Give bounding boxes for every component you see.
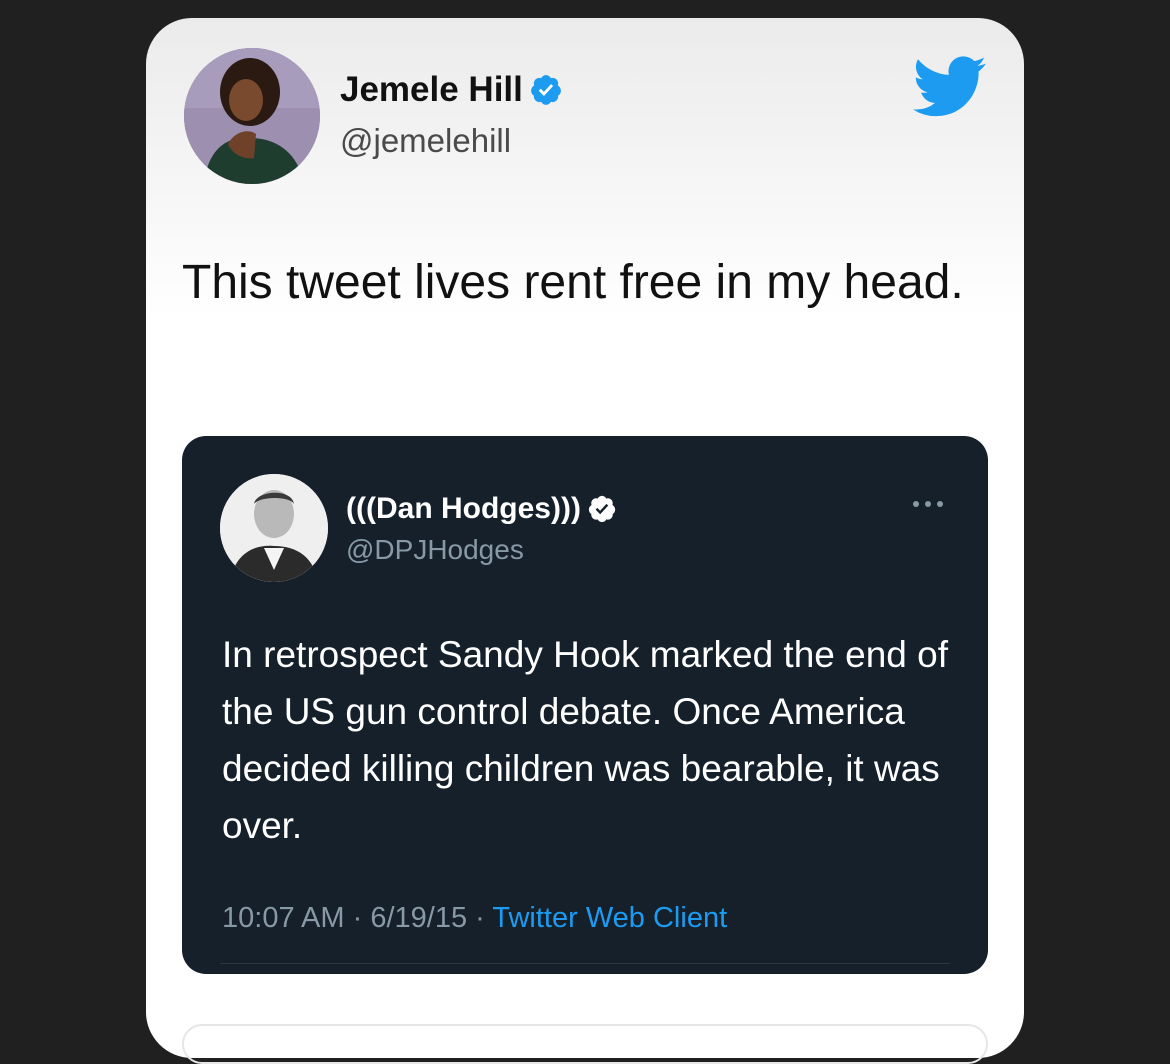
tweet-card: Jemele Hill @jemelehill This tweet lives… — [146, 18, 1024, 1064]
quoted-author-name[interactable]: (((Dan Hodges))) — [346, 492, 581, 526]
tweet-text: This tweet lives rent free in my head. — [182, 256, 964, 309]
author-avatar[interactable] — [184, 48, 320, 184]
author-avatar-photo — [184, 48, 320, 184]
quoted-tweet-text: In retrospect Sandy Hook marked the end … — [222, 634, 949, 846]
verified-badge-icon — [531, 75, 561, 105]
quoted-tweet-time[interactable]: 10:07 AM — [222, 902, 345, 934]
more-options-icon[interactable] — [908, 496, 948, 512]
meta-separator: · — [475, 902, 485, 934]
quoted-tweet[interactable]: (((Dan Hodges))) @DPJHodges In retrospec… — [182, 436, 988, 974]
quoted-tweet-client-link[interactable]: Twitter Web Client — [492, 902, 727, 934]
author-handle[interactable]: @jemelehill — [340, 122, 511, 160]
quoted-author-name-row[interactable]: (((Dan Hodges))) — [346, 492, 617, 526]
twitter-bird-icon — [912, 56, 986, 117]
author-name-row[interactable]: Jemele Hill — [340, 70, 563, 110]
quoted-verified-badge-icon — [588, 495, 616, 523]
quoted-author-avatar-photo — [220, 474, 328, 582]
divider — [220, 963, 950, 964]
quoted-tweet-date[interactable]: 6/19/15 — [370, 902, 467, 934]
quoted-author-avatar[interactable] — [220, 474, 328, 582]
quoted-author-handle[interactable]: @DPJHodges — [346, 534, 524, 566]
author-name[interactable]: Jemele Hill — [340, 70, 523, 110]
quoted-tweet-meta: 10:07 AM · 6/19/15 · Twitter Web Client — [222, 902, 727, 935]
meta-separator: · — [352, 902, 363, 934]
next-card-edge — [182, 1024, 988, 1064]
